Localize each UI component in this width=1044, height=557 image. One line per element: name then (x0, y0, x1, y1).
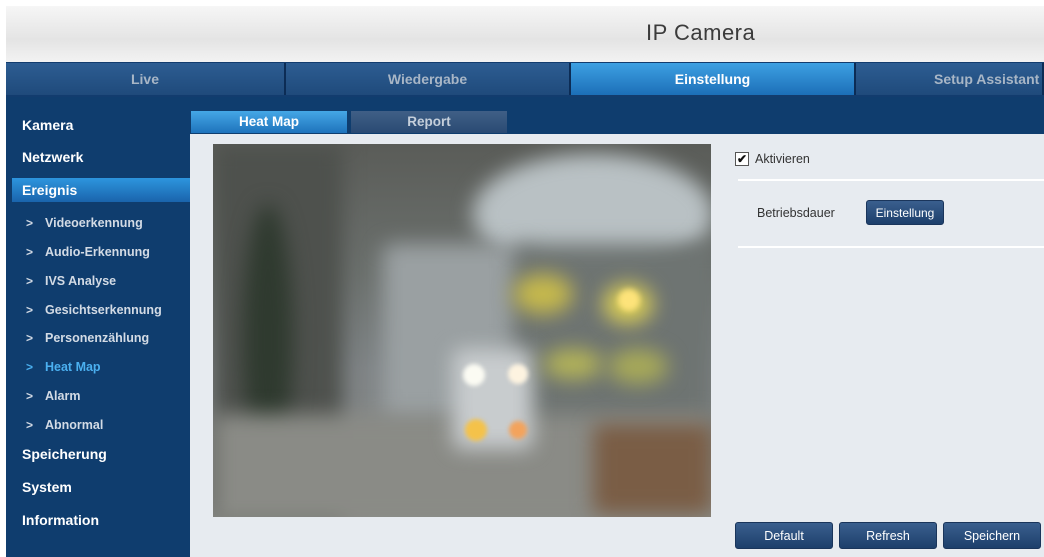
sidebar-subitem-audio-erkennung[interactable]: > Audio-Erkennung (12, 241, 190, 263)
default-button[interactable]: Default (735, 522, 833, 549)
sidebar-subitem-gesichtserkennung[interactable]: > Gesichtserkennung (12, 299, 190, 321)
betriebsdauer-label: Betriebsdauer (757, 206, 835, 220)
sidebar-item-speicherung[interactable]: Speicherung (12, 442, 190, 466)
chevron-right-icon: > (26, 389, 34, 403)
sidebar-subitem-alarm[interactable]: > Alarm (12, 385, 190, 407)
sidebar-item-netzwerk[interactable]: Netzwerk (12, 145, 190, 169)
camera-preview (213, 144, 711, 517)
chevron-right-icon: > (26, 331, 34, 345)
sidebar-item-ereignis[interactable]: Ereignis (12, 178, 190, 202)
chevron-right-icon: > (26, 360, 34, 374)
einstellung-button[interactable]: Einstellung (866, 200, 944, 225)
sidebar-item-information[interactable]: Information (12, 508, 190, 532)
refresh-button[interactable]: Refresh (839, 522, 937, 549)
sidebar-subitem-videoerkennung[interactable]: > Videoerkennung (12, 212, 190, 234)
sidebar-subitem-ivs-analyse[interactable]: > IVS Analyse (12, 270, 190, 292)
sidebar: Kamera Netzwerk Ereignis > Videoerkennung… (6, 97, 190, 557)
save-button[interactable]: Speichern (943, 522, 1041, 549)
tab-live[interactable]: Live (6, 63, 286, 95)
sidebar-subitem-personenzaehlung[interactable]: > Personenzählung (12, 327, 190, 349)
subtab-report[interactable]: Report (351, 111, 507, 133)
chevron-right-icon: > (26, 274, 34, 288)
chevron-right-icon: > (26, 216, 34, 230)
enable-checkbox[interactable]: ✔ (735, 152, 749, 166)
top-navigation: Live Wiedergabe Einstellung Setup Assist… (6, 62, 1044, 97)
tab-setup-assistant[interactable]: Setup Assistant (856, 63, 1044, 95)
subtab-heat-map[interactable]: Heat Map (191, 111, 347, 133)
header-bar: IP Camera (6, 6, 1044, 62)
divider (738, 246, 1044, 248)
tab-einstellung[interactable]: Einstellung (571, 63, 856, 95)
divider (738, 179, 1044, 181)
chevron-right-icon: > (26, 418, 34, 432)
sidebar-item-system[interactable]: System (12, 475, 190, 499)
enable-label: Aktivieren (755, 152, 810, 166)
sidebar-subitem-abnormal[interactable]: > Abnormal (12, 414, 190, 436)
sidebar-subitem-heat-map[interactable]: > Heat Map (12, 356, 190, 378)
chevron-right-icon: > (26, 303, 34, 317)
app-title: IP Camera (646, 20, 756, 45)
sidebar-item-kamera[interactable]: Kamera (12, 113, 190, 137)
tab-wiedergabe[interactable]: Wiedergabe (286, 63, 571, 95)
chevron-right-icon: > (26, 245, 34, 259)
